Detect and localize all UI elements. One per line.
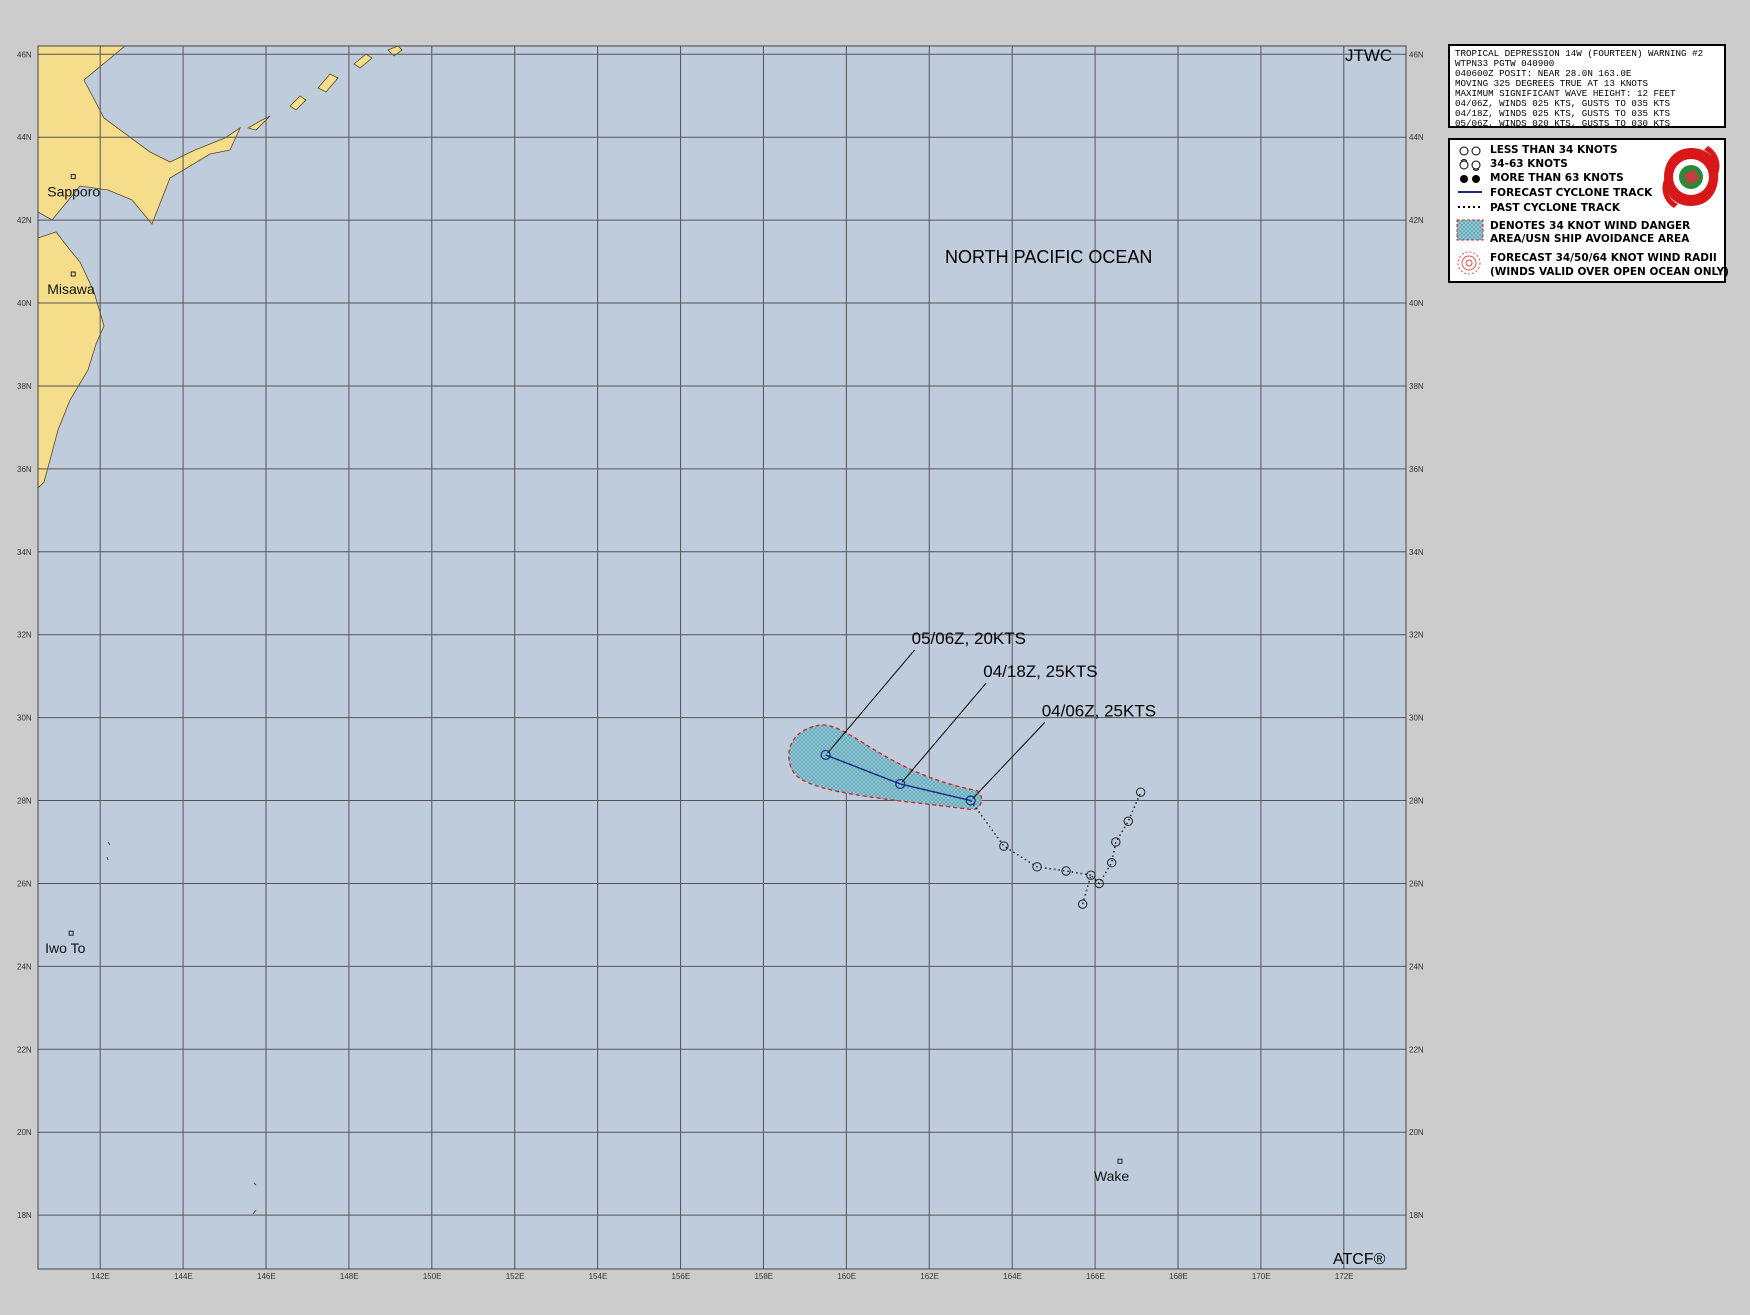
lon-tick-label: 154E: [589, 1272, 608, 1281]
place-label: Misawa: [47, 281, 95, 297]
lat-tick-label-right: 18N: [1409, 1211, 1424, 1220]
lat-tick-label-left: 40N: [17, 299, 32, 308]
lat-tick-label-right: 34N: [1409, 548, 1424, 557]
ocean: [38, 46, 1406, 1269]
place-label: Sapporo: [47, 184, 100, 200]
lat-tick-label-left: 46N: [17, 50, 32, 59]
lon-tick-label: 150E: [423, 1272, 442, 1281]
lat-tick-label-left: 32N: [17, 631, 32, 640]
place-label: Iwo To: [45, 940, 85, 956]
lat-tick-label-right: 46N: [1409, 50, 1424, 59]
lon-tick-label: 146E: [257, 1272, 276, 1281]
legend-item: DENOTES 34 KNOT WIND DANGER: [1490, 220, 1691, 232]
lon-tick-label: 144E: [174, 1272, 193, 1281]
jtwc-label: JTWC: [1345, 46, 1392, 65]
legend-item: MORE THAN 63 KNOTS: [1490, 172, 1624, 184]
lat-tick-label-left: 30N: [17, 714, 32, 723]
lat-tick-label-right: 32N: [1409, 631, 1424, 640]
lat-tick-label-right: 26N: [1409, 879, 1424, 888]
ocean-label: NORTH PACIFIC OCEAN: [945, 247, 1152, 267]
warning-line: 05/06Z, WINDS 020 KTS, GUSTS TO 030 KTS: [1455, 118, 1671, 129]
lat-tick-label-left: 36N: [17, 465, 32, 474]
lon-tick-label: 162E: [920, 1272, 939, 1281]
lon-tick-label: 152E: [506, 1272, 525, 1281]
legend-item: 34-63 KNOTS: [1490, 158, 1568, 170]
lat-tick-label-right: 40N: [1409, 299, 1424, 308]
lat-tick-label-left: 34N: [17, 548, 32, 557]
lat-tick-label-left: 18N: [17, 1211, 32, 1220]
lon-tick-label: 164E: [1003, 1272, 1022, 1281]
lat-tick-label-left: 26N: [17, 879, 32, 888]
lat-tick-label-left: 44N: [17, 133, 32, 142]
lon-tick-label: 168E: [1169, 1272, 1188, 1281]
danger-area-icon: [1456, 219, 1484, 241]
lon-tick-label: 142E: [91, 1272, 110, 1281]
lon-tick-label: 170E: [1252, 1272, 1271, 1281]
legend-item: FORECAST 34/50/64 KNOT WIND RADII: [1490, 252, 1717, 264]
lon-tick-label: 148E: [340, 1272, 359, 1281]
lat-tick-label-left: 24N: [17, 962, 32, 971]
lon-tick-label: 156E: [672, 1272, 691, 1281]
lat-tick-label-right: 22N: [1409, 1045, 1424, 1054]
place-label: Wake: [1094, 1168, 1129, 1184]
lat-tick-label-right: 44N: [1409, 133, 1424, 142]
lat-tick-label-left: 20N: [17, 1128, 32, 1137]
legend-item: AREA/USN SHIP AVOIDANCE AREA: [1490, 233, 1690, 245]
forecast-label: 05/06Z, 20KTS: [912, 629, 1026, 648]
lat-tick-label-right: 30N: [1409, 714, 1424, 723]
lon-tick-label: 158E: [754, 1272, 773, 1281]
lat-tick-label-right: 36N: [1409, 465, 1424, 474]
wind-radii-icon: [1457, 251, 1481, 275]
lat-tick-label-left: 28N: [17, 797, 32, 806]
legend-item: FORECAST CYCLONE TRACK: [1490, 187, 1653, 199]
legend: LESS THAN 34 KNOTS 34-63 KNOTS MORE THAN…: [1448, 138, 1729, 283]
lat-tick-label-left: 38N: [17, 382, 32, 391]
forecast-label: 04/06Z, 25KTS: [1042, 702, 1156, 721]
track-lines-icon: [1458, 191, 1482, 208]
jtwc-seal-icon: [1662, 146, 1720, 208]
lat-tick-label-right: 20N: [1409, 1128, 1424, 1137]
forecast-label: 04/18Z, 25KTS: [983, 662, 1097, 681]
lat-tick-label-left: 42N: [17, 216, 32, 225]
warning-info-box: TROPICAL DEPRESSION 14W (FOURTEEN) WARNI…: [1448, 44, 1726, 129]
lat-tick-label-right: 42N: [1409, 216, 1424, 225]
lat-tick-label-right: 38N: [1409, 382, 1424, 391]
legend-item: (WINDS VALID OVER OPEN OCEAN ONLY): [1490, 266, 1729, 278]
lat-tick-label-right: 24N: [1409, 962, 1424, 971]
lon-tick-label: 166E: [1086, 1272, 1105, 1281]
lat-tick-label-left: 22N: [17, 1045, 32, 1054]
lon-tick-label: 160E: [837, 1272, 856, 1281]
lat-tick-label-right: 28N: [1409, 797, 1424, 806]
lon-tick-label: 172E: [1335, 1272, 1354, 1281]
legend-item: LESS THAN 34 KNOTS: [1490, 144, 1618, 156]
atcf-label: ATCF®: [1333, 1251, 1386, 1268]
legend-item: PAST CYCLONE TRACK: [1490, 202, 1620, 214]
